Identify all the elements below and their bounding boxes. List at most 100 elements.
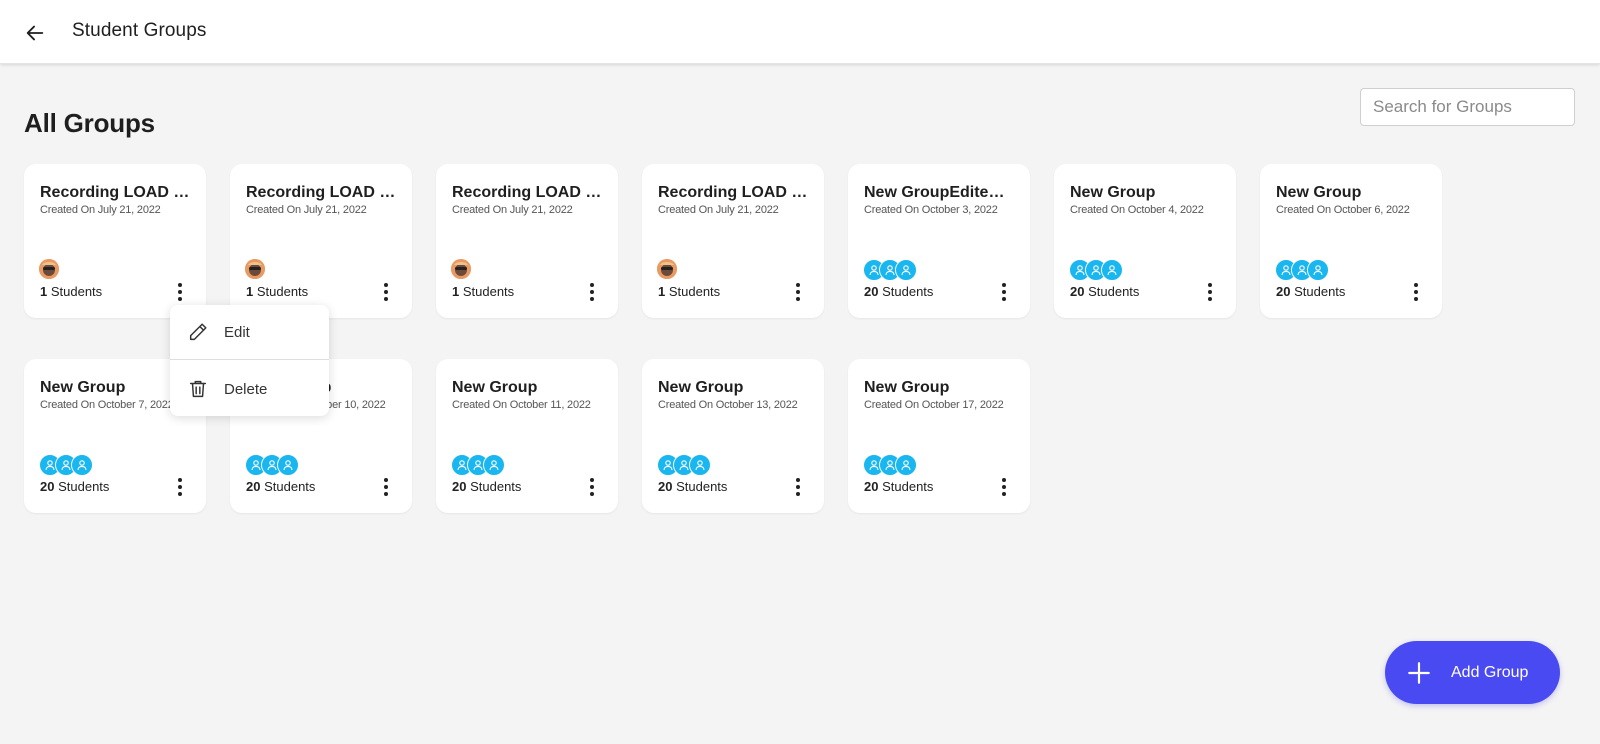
created-date: October 13, 2022 <box>715 399 798 411</box>
created-date: October 7, 2022 <box>97 399 174 411</box>
student-count-label: Students <box>882 284 934 299</box>
group-card[interactable]: Recording LOAD T... Created On July 21, 2… <box>230 164 412 318</box>
created-date: October 4, 2022 <box>1127 204 1204 216</box>
group-card[interactable]: New Group Created On October 17, 2022 20 S… <box>848 359 1030 513</box>
student-avatar-icon <box>71 454 93 476</box>
student-count: 1 Students <box>658 284 720 299</box>
group-card[interactable]: New Group Created On October 6, 2022 20 St… <box>1260 164 1442 318</box>
student-avatar-icon <box>689 454 711 476</box>
student-count-number: 20 <box>1276 284 1291 299</box>
student-count-label: Students <box>1088 284 1140 299</box>
student-avatar-icon <box>1307 259 1329 281</box>
student-count: 20 Students <box>1276 284 1345 299</box>
kebab-dot <box>590 290 594 294</box>
kebab-dot <box>1002 290 1006 294</box>
group-created-date: Created On October 6, 2022 <box>1276 204 1410 216</box>
kebab-dot <box>384 290 388 294</box>
group-name: Recording LOAD T... <box>658 184 808 201</box>
group-card[interactable]: New Group Created On October 11, 2022 20 S… <box>436 359 618 513</box>
student-count-label: Students <box>58 479 110 494</box>
kebab-dot <box>1002 492 1006 496</box>
more-options-button[interactable] <box>582 281 602 303</box>
group-name: Recording LOAD T... <box>40 184 190 201</box>
kebab-dot <box>1002 297 1006 301</box>
kebab-dot <box>1208 283 1212 287</box>
group-created-date: Created On October 13, 2022 <box>658 399 798 411</box>
kebab-dot <box>384 478 388 482</box>
more-options-button[interactable] <box>788 476 808 498</box>
menu-item-label: Delete <box>224 380 268 398</box>
student-count-number: 20 <box>246 479 261 494</box>
group-card[interactable]: New Group Created On October 13, 2022 20 S… <box>642 359 824 513</box>
more-options-button[interactable] <box>170 281 190 303</box>
menu-item-delete[interactable]: Delete <box>170 362 329 416</box>
kebab-dot <box>178 485 182 489</box>
student-count-number: 20 <box>658 479 673 494</box>
group-created-date: Created On July 21, 2022 <box>246 204 367 216</box>
student-count: 1 Students <box>246 284 308 299</box>
kebab-dot <box>1414 283 1418 287</box>
avatar-stack <box>863 259 917 281</box>
group-card[interactable]: Recording LOAD T... Created On July 21, 2… <box>642 164 824 318</box>
more-options-button[interactable] <box>376 281 396 303</box>
student-count: 20 Students <box>864 284 933 299</box>
group-card[interactable]: New Group Created On October 4, 2022 20 St… <box>1054 164 1236 318</box>
student-count-label: Students <box>462 284 515 299</box>
back-button[interactable] <box>22 20 48 46</box>
student-count-label: Students <box>256 284 309 299</box>
created-prefix: Created On <box>40 204 95 216</box>
avatar-stack <box>657 259 677 281</box>
student-count-number: 1 <box>658 284 666 299</box>
student-count-number: 20 <box>40 479 55 494</box>
student-avatar <box>245 259 265 279</box>
student-avatar <box>451 259 471 279</box>
created-prefix: Created On <box>1070 204 1125 216</box>
more-options-button[interactable] <box>1200 281 1220 303</box>
group-created-date: Created On October 11, 2022 <box>452 399 591 411</box>
more-options-button[interactable] <box>376 476 396 498</box>
created-prefix: Created On <box>864 399 919 411</box>
group-card[interactable]: Recording LOAD T... Created On July 21, 2… <box>436 164 618 318</box>
group-card[interactable]: New GroupEdited ... Created On October 3,… <box>848 164 1030 318</box>
more-options-button[interactable] <box>994 476 1014 498</box>
menu-item-edit[interactable]: Edit <box>170 305 329 359</box>
kebab-dot <box>796 290 800 294</box>
avatar-stack <box>863 454 917 476</box>
kebab-dot <box>1414 290 1418 294</box>
more-options-button[interactable] <box>994 281 1014 303</box>
avatar-stack <box>1069 259 1123 281</box>
kebab-dot <box>178 492 182 496</box>
student-count: 1 Students <box>40 284 102 299</box>
more-options-button[interactable] <box>1406 281 1426 303</box>
group-name: New Group <box>864 379 950 396</box>
created-date: July 21, 2022 <box>97 204 161 216</box>
student-count: 20 Students <box>40 479 109 494</box>
kebab-dot <box>590 478 594 482</box>
group-card[interactable]: Recording LOAD T... Created On July 21, 2… <box>24 164 206 318</box>
student-avatar-icon <box>277 454 299 476</box>
card-context-menu: Edit Delete <box>170 305 329 416</box>
group-name: New Group <box>1070 184 1156 201</box>
kebab-dot <box>1002 478 1006 482</box>
group-created-date: Created On July 21, 2022 <box>40 204 161 216</box>
more-options-button[interactable] <box>788 281 808 303</box>
student-count-number: 1 <box>246 284 254 299</box>
group-created-date: Created On October 7, 2022 <box>40 399 174 411</box>
kebab-dot <box>178 283 182 287</box>
plus-icon <box>1405 659 1433 687</box>
kebab-dot <box>178 297 182 301</box>
student-count: 20 Students <box>1070 284 1139 299</box>
created-prefix: Created On <box>452 204 507 216</box>
add-group-button[interactable]: Add Group <box>1385 641 1560 704</box>
group-name: New Group <box>658 379 744 396</box>
kebab-dot <box>1002 283 1006 287</box>
kebab-dot <box>796 478 800 482</box>
more-options-button[interactable] <box>582 476 602 498</box>
student-count-label: Students <box>882 479 934 494</box>
more-options-button[interactable] <box>170 476 190 498</box>
created-prefix: Created On <box>658 204 713 216</box>
avatar-stack <box>451 454 505 476</box>
search-input[interactable] <box>1360 88 1575 126</box>
trash-icon <box>185 376 211 402</box>
student-count-number: 1 <box>452 284 460 299</box>
